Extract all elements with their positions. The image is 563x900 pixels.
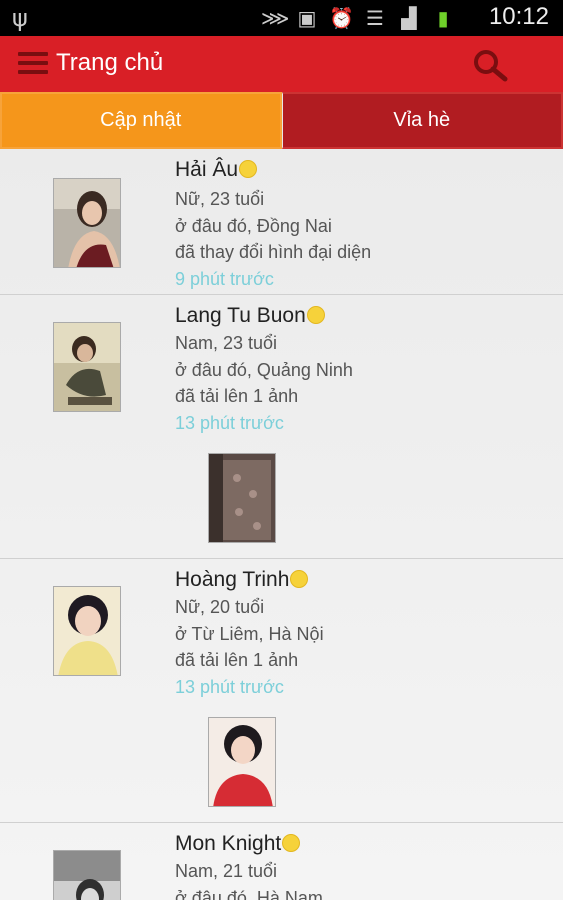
list-item[interactable]: Mon Knight Nam, 21 tuổi ở đâu đó, Hà Nam	[0, 823, 563, 900]
user-location: ở Từ Liêm, Hà Nội	[175, 624, 324, 644]
status-bar: ψ ⋙ ▣ ⏰ ☰ ▟ ▮ 10:12	[0, 0, 563, 36]
user-name[interactable]: Hải Âu	[175, 158, 258, 182]
user-name[interactable]: Mon Knight	[175, 832, 301, 856]
user-location: ở đâu đó, Hà Nam	[175, 888, 323, 900]
nfc-icon: ▣	[297, 6, 317, 30]
avatar[interactable]	[53, 850, 121, 900]
status-icons: ⋙ ▣ ⏰ ☰ ▟ ▮	[261, 6, 455, 30]
menu-icon[interactable]	[18, 52, 48, 76]
avatar[interactable]	[53, 178, 121, 268]
user-name-text: Hoàng Trinh	[175, 568, 290, 591]
list-item[interactable]: Hải Âu Nữ, 23 tuổi ở đâu đó, Đồng Nai đã…	[0, 149, 563, 295]
user-name-text: Hải Âu	[175, 158, 239, 181]
tab-via-he[interactable]: Vỉa hè	[281, 92, 563, 149]
smiley-icon	[290, 570, 309, 588]
timestamp: 9 phút trước	[175, 269, 274, 289]
user-name[interactable]: Hoàng Trinh	[175, 568, 309, 592]
smiley-icon	[306, 306, 325, 324]
wifi-icon: ☰	[366, 6, 384, 30]
user-name[interactable]: Lang Tu Buon	[175, 304, 325, 328]
cell-signal-icon: ▟	[401, 6, 417, 30]
user-location: ở đâu đó, Đồng Nai	[175, 216, 332, 236]
usb-icon: ψ	[12, 4, 28, 32]
activity-text: đã thay đổi hình đại diện	[175, 242, 372, 262]
feed-list[interactable]: Hải Âu Nữ, 23 tuổi ở đâu đó, Đồng Nai đã…	[0, 149, 563, 900]
signal-noise-icon: ⋙	[261, 6, 290, 30]
status-time: 10:12	[488, 3, 549, 30]
list-item[interactable]: Lang Tu Buon Nam, 23 tuổi ở đâu đó, Quản…	[0, 295, 563, 559]
smiley-icon	[239, 160, 258, 178]
user-gender-age: Nam, 21 tuổi	[175, 861, 278, 881]
user-name-text: Lang Tu Buon	[175, 304, 306, 327]
uploaded-photo[interactable]	[208, 453, 276, 543]
avatar[interactable]	[53, 322, 121, 412]
search-icon[interactable]	[472, 48, 508, 82]
list-item[interactable]: Hoàng Trinh Nữ, 20 tuổi ở Từ Liêm, Hà Nộ…	[0, 559, 563, 823]
page-title: Trang chủ	[56, 49, 164, 76]
battery-icon: ▮	[437, 6, 449, 30]
uploaded-photo[interactable]	[208, 717, 276, 807]
alarm-icon: ⏰	[329, 6, 354, 30]
user-location: ở đâu đó, Quảng Ninh	[175, 360, 353, 380]
activity-text: đã tải lên 1 ảnh	[175, 650, 299, 670]
smiley-icon	[282, 834, 301, 852]
user-gender-age: Nữ, 20 tuổi	[175, 597, 265, 617]
user-name-text: Mon Knight	[175, 832, 282, 855]
timestamp: 13 phút trước	[175, 677, 284, 697]
tab-bar: Cập nhật Vỉa hè	[0, 92, 563, 149]
user-gender-age: Nam, 23 tuổi	[175, 333, 278, 353]
avatar[interactable]	[53, 586, 121, 676]
user-gender-age: Nữ, 23 tuổi	[175, 189, 265, 209]
activity-text: đã tải lên 1 ảnh	[175, 386, 299, 406]
timestamp: 13 phút trước	[175, 413, 284, 433]
app-bar: Trang chủ	[0, 36, 563, 92]
tab-cap-nhat[interactable]: Cập nhật	[0, 92, 282, 149]
